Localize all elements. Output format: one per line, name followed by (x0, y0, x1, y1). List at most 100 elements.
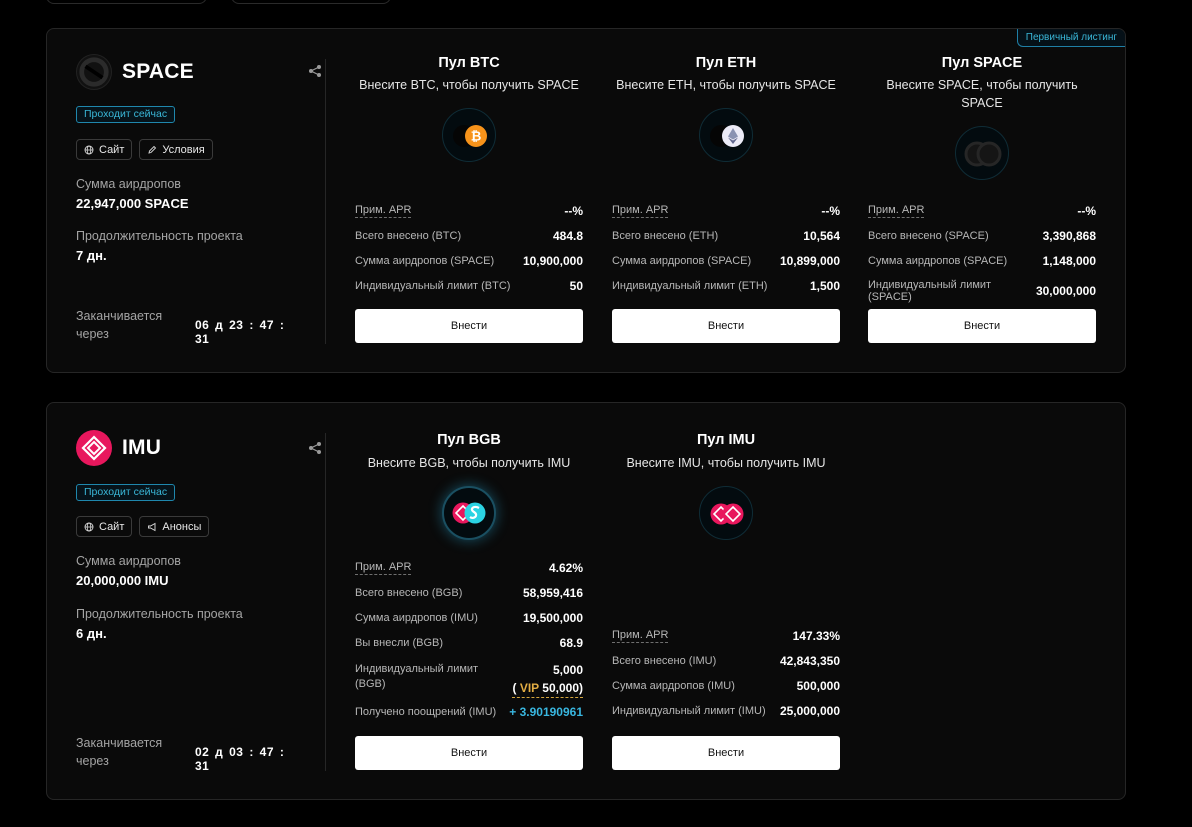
pool-subtitle: Внесите SPACE, чтобы получить SPACE (886, 78, 1078, 110)
ends-label: Заканчивается через (76, 309, 163, 341)
limit-value: 5,000 (552, 663, 583, 677)
pool-subtitle: Внесите ETH, чтобы получить SPACE (616, 78, 836, 92)
project-links: Сайт Анонсы (76, 516, 210, 537)
svg-text:₿: ₿ (471, 130, 482, 145)
row-label: Всего внесено (BGB) (355, 587, 463, 599)
pool-row-limit: Индивидуальный лимит (BTC) 50 (355, 279, 583, 293)
deposit-button[interactable]: Внести (868, 309, 1096, 343)
row-value: 484.8 (552, 229, 583, 243)
pool-eth: Пул ETH Внесите ETH, чтобы получить SPAC… (612, 29, 840, 374)
pool-imu: Пул IMU Внесите IMU, чтобы получить IMU … (612, 403, 840, 801)
status-badge: Проходит сейчас (76, 484, 176, 501)
token-header: SPACE (76, 54, 194, 90)
apr-value: 4.62% (548, 561, 583, 575)
row-label: Сумма аирдропов (SPACE) (868, 255, 1008, 267)
website-link[interactable]: Сайт (76, 139, 133, 160)
row-label: Сумма аирдропов (IMU) (355, 612, 478, 624)
deposit-button[interactable]: Внести (612, 309, 840, 343)
announcements-link-label: Анонсы (162, 520, 202, 533)
row-label: Индивидуальный лимит (SPACE) (868, 279, 992, 303)
divider (325, 433, 326, 771)
apr-value: --% (1077, 204, 1096, 218)
apr-label[interactable]: Прим. APR (355, 204, 412, 218)
airdrop-value: 20,000,000 IMU (76, 573, 169, 588)
apr-value: 147.33% (792, 629, 840, 643)
token-name: IMU (122, 436, 162, 459)
pool-row-apr: Прим. APR --% (868, 204, 1096, 218)
row-value: 19,500,000 (522, 611, 583, 625)
status-badge: Проходит сейчас (76, 106, 176, 123)
divider (325, 59, 326, 344)
pool-row-total: Всего внесено (IMU) 42,843,350 (612, 654, 840, 668)
pool-title: Пул IMU (696, 432, 756, 448)
row-value: 500,000 (796, 679, 840, 693)
deposit-button[interactable]: Внести (612, 736, 840, 770)
deposit-button[interactable]: Внести (355, 309, 583, 343)
apr-label[interactable]: Прим. APR (612, 204, 669, 218)
vip-open: ( (512, 681, 520, 695)
pool-row-apr: Прим. APR --% (355, 204, 583, 218)
space-space-icon (955, 126, 1009, 180)
apr-label[interactable]: Прим. APR (612, 629, 669, 643)
duration-label: Продолжительность проекта (76, 229, 243, 243)
pool-row-total: Всего внесено (BGB) 58,959,416 (355, 586, 583, 600)
pool-row-apr: Прим. APR --% (612, 204, 840, 218)
airdrop-label: Сумма аирдропов (76, 177, 181, 191)
terms-link[interactable]: Условия (139, 139, 213, 160)
pool-subtitle: Внесите IMU, чтобы получить IMU (626, 456, 826, 470)
top-tab-right[interactable] (231, 0, 391, 4)
website-link[interactable]: Сайт (76, 516, 133, 537)
pool-row-airdrop: Сумма аирдропов (SPACE) 10,900,000 (355, 254, 583, 268)
apr-label[interactable]: Прим. APR (355, 561, 412, 575)
pool-row-rewards: Получено поощрений (IMU) + 3.90190961 (355, 705, 583, 719)
row-label: Сумма аирдропов (IMU) (612, 680, 735, 692)
duration-value: 6 дн. (76, 626, 107, 641)
row-label: Индивидуальный лимит (ETH) (612, 280, 768, 292)
share-icon[interactable] (308, 441, 324, 457)
pool-title: Пул ETH (695, 55, 757, 71)
pool-row-airdrop: Сумма аирдропов (SPACE) 10,899,000 (612, 254, 840, 268)
row-value: 1,500 (809, 279, 840, 293)
space-btc-icon: ₿ (442, 108, 496, 162)
project-card-imu: IMU Проходит сейчас Сайт Анонсы Сумма аи… (46, 402, 1126, 800)
token-name: SPACE (122, 60, 194, 83)
row-label: Индивидуальный лимит (BTC) (355, 280, 511, 292)
row-value: 68.9 (559, 636, 583, 650)
announcements-link[interactable]: Анонсы (139, 516, 210, 537)
duration-value: 7 дн. (76, 248, 107, 263)
top-tab-left[interactable] (46, 0, 207, 4)
pool-row-limit: Индивидуальный лимит (ETH) 1,500 (612, 279, 840, 293)
website-link-label: Сайт (99, 520, 125, 533)
pool-row-airdrop: Сумма аирдропов (IMU) 500,000 (612, 679, 840, 693)
pool-row-total: Всего внесено (BTC) 484.8 (355, 229, 583, 243)
apr-value: --% (564, 204, 583, 218)
pencil-icon (148, 145, 157, 154)
vip-limit[interactable]: ( VIP 50,000) (512, 680, 583, 698)
pool-title: Пул BGB (437, 432, 501, 448)
row-value: 50 (569, 279, 583, 293)
apr-value: --% (821, 204, 840, 218)
pool-row-limit: Индивидуальный лимит (BGB) 5,000 ( VIP 5… (355, 662, 583, 698)
pool-row-airdrop: Сумма аирдропов (SPACE) 1,148,000 (868, 254, 1096, 268)
pool-row-total: Всего внесено (SPACE) 3,390,868 (868, 229, 1096, 243)
row-label: Всего внесено (IMU) (612, 655, 717, 667)
row-label: Индивидуальный лимит (IMU) (612, 705, 766, 717)
row-label: Всего внесено (ETH) (612, 230, 719, 242)
pool-bgb: Пул BGB Внесите BGB, чтобы получить IMU … (355, 403, 583, 801)
pool-row-apr: Прим. APR 4.62% (355, 561, 583, 575)
deposit-button[interactable]: Внести (355, 736, 583, 770)
pool-row-total: Всего внесено (ETH) 10,564 (612, 229, 840, 243)
share-icon[interactable] (308, 64, 324, 80)
row-value: 1,148,000 (1042, 254, 1096, 268)
terms-link-label: Условия (162, 143, 205, 156)
row-label: Вы внесли (BGB) (355, 637, 444, 649)
pool-btc: Пул BTC Внесите BTC, чтобы получить SPAC… (355, 29, 583, 374)
pool-row-apr: Прим. APR 147.33% (612, 629, 840, 643)
pool-subtitle: Внесите BTC, чтобы получить SPACE (359, 78, 579, 92)
pool-row-deposited: Вы внесли (BGB) 68.9 (355, 636, 583, 650)
airdrop-value: 22,947,000 SPACE (76, 196, 189, 211)
row-value: 58,959,416 (522, 586, 583, 600)
apr-label[interactable]: Прим. APR (868, 204, 925, 218)
vip-value: 50,000) (538, 681, 583, 695)
token-header: IMU (76, 430, 161, 466)
